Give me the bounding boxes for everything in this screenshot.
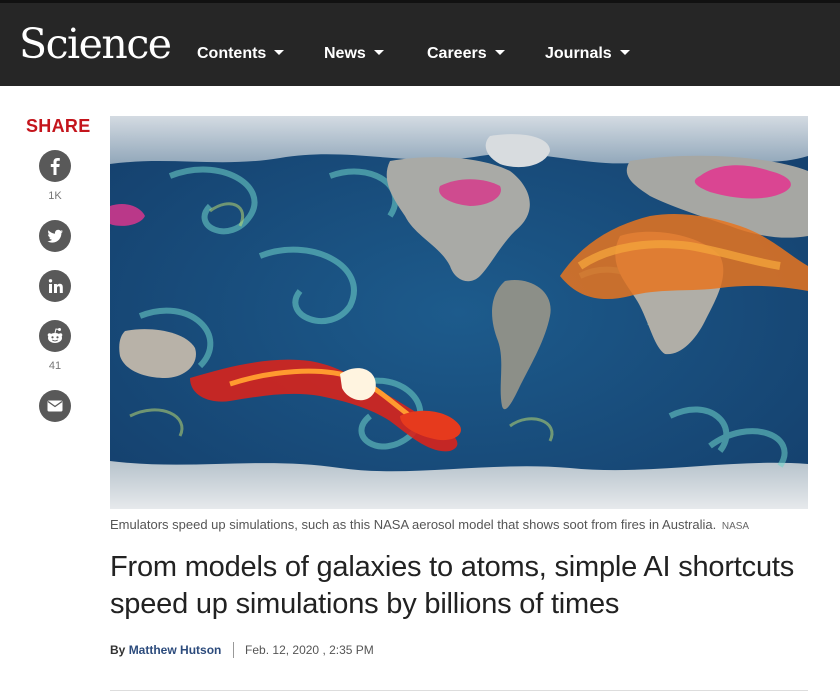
chevron-down-icon (274, 50, 285, 55)
twitter-icon (47, 229, 63, 243)
article-headline: From models of galaxies to atoms, simple… (110, 551, 795, 620)
facebook-share-count: 1K (48, 190, 62, 202)
email-icon (47, 400, 63, 412)
nav-journals[interactable]: Journals (545, 45, 630, 63)
chevron-down-icon (373, 50, 384, 55)
photo-credit: NASA (721, 521, 750, 532)
linkedin-icon (48, 279, 63, 293)
byline: By Matthew Hutson Feb. 12, 2020 , 2:35 P… (110, 642, 374, 658)
publish-date: Feb. 12, 2020 , 2:35 PM (245, 643, 374, 657)
caption-text: Emulators speed up simulations, such as … (110, 517, 717, 532)
nav-news-label: News (324, 45, 366, 62)
byline-divider (232, 642, 234, 658)
email-share-button[interactable] (39, 390, 71, 422)
reddit-share-count: 41 (48, 360, 62, 372)
hero-image (110, 116, 808, 509)
nav-journals-label: Journals (545, 45, 612, 62)
facebook-icon (50, 158, 60, 175)
twitter-share-button[interactable] (39, 220, 71, 252)
facebook-share-button[interactable] (39, 150, 71, 182)
nav-careers-label: Careers (427, 45, 487, 62)
aerosol-world-map-image (110, 116, 808, 509)
byline-prefix: By (110, 643, 126, 657)
nav-news[interactable]: News (324, 45, 384, 63)
nav-careers[interactable]: Careers (427, 45, 505, 63)
author-link[interactable]: Matthew Hutson (129, 643, 222, 657)
chevron-down-icon (494, 50, 505, 55)
share-title: SHARE (26, 116, 91, 136)
reddit-share-button[interactable] (39, 320, 71, 352)
site-header: Science Contents News Careers Journals (0, 0, 840, 86)
nav-contents[interactable]: Contents (197, 45, 285, 63)
reddit-icon (47, 328, 63, 343)
chevron-down-icon (619, 50, 630, 55)
image-caption: Emulators speed up simulations, such as … (110, 517, 830, 532)
share-sidebar: SHARE 1K 41 (26, 116, 91, 422)
linkedin-share-button[interactable] (39, 270, 71, 302)
nav-contents-label: Contents (197, 45, 267, 62)
science-logo[interactable]: Science (19, 21, 172, 67)
divider (110, 690, 808, 691)
